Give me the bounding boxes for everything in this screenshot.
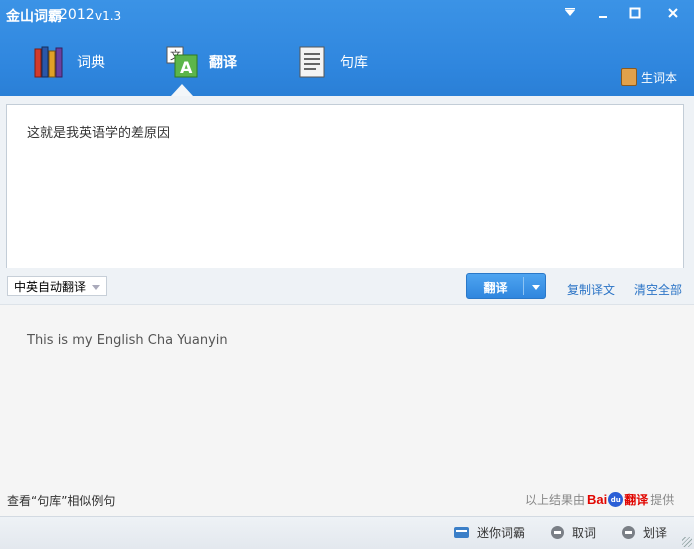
button-divider (523, 277, 524, 295)
paw-icon: du (608, 492, 624, 507)
maximize-icon (629, 7, 641, 19)
credit-suffix: 提供 (650, 493, 675, 507)
baidu-logo-bai: Bai (587, 492, 608, 507)
chevron-down-icon (92, 285, 100, 290)
vocabulary-book-label: 生词本 (641, 70, 678, 85)
mini-window-icon (454, 527, 469, 538)
translate-button[interactable]: 翻译 (466, 273, 546, 299)
credit-prefix: 以上结果由 (525, 493, 586, 507)
view-examples-link[interactable]: 查看“句库”相似例句 (7, 492, 115, 509)
app-year: 2012 (59, 7, 95, 23)
books-icon (33, 45, 67, 79)
title-bar: 金山词霸 2012 v1.3 词典 文 A (0, 0, 694, 96)
maximize-button[interactable] (620, 2, 650, 24)
source-text[interactable]: 这就是我英语学的差原因 (27, 122, 170, 141)
language-mode-select[interactable]: 中英自动翻译 (7, 276, 107, 296)
active-tab-indicator (171, 84, 193, 96)
triangle-down-icon (565, 8, 575, 16)
resize-grip-icon[interactable] (682, 537, 692, 547)
document-icon (296, 45, 330, 79)
notebook-icon (621, 68, 637, 86)
app-version: v1.3 (95, 9, 122, 23)
baidu-logo: Bai du 翻译 (587, 491, 648, 508)
chevron-down-icon[interactable] (532, 285, 540, 290)
close-button[interactable] (658, 2, 688, 24)
svg-text:A: A (180, 58, 193, 77)
word-capture-label: 取词 (572, 526, 597, 540)
clear-all-link[interactable]: 清空全部 (634, 281, 682, 298)
select-translate-button[interactable]: 划译 (622, 524, 667, 541)
translation-credit: 以上结果由 Bai du 翻译 提供 (525, 491, 674, 508)
close-icon (668, 8, 678, 18)
select-translate-label: 划译 (643, 526, 668, 540)
minimize-button[interactable] (588, 2, 618, 24)
translate-button-label: 翻译 (483, 281, 508, 295)
translation-output-area: This is my English Cha Yuanyin 查看“句库”相似例… (0, 304, 694, 517)
minus-circle-icon (551, 526, 564, 539)
app-logo: 金山词霸 (6, 9, 62, 25)
language-mode-value: 中英自动翻译 (14, 279, 87, 294)
minus-circle-icon (622, 526, 635, 539)
minimize-icon (599, 16, 607, 18)
translate-icon: 文 A (165, 45, 199, 79)
word-capture-button[interactable]: 取词 (551, 524, 596, 541)
tab-translate-label: 翻译 (209, 55, 237, 71)
baidu-logo-translate: 翻译 (624, 493, 649, 507)
tab-sentences-label: 句库 (340, 55, 368, 71)
vocabulary-book-button[interactable]: 生词本 (621, 68, 677, 86)
copy-translation-link[interactable]: 复制译文 (567, 281, 615, 298)
menu-dropdown-button[interactable] (555, 2, 585, 24)
source-text-area[interactable]: 这就是我英语学的差原因 (6, 104, 684, 269)
translation-result: This is my English Cha Yuanyin (27, 333, 228, 348)
tab-dictionary[interactable]: 词典 (33, 40, 105, 84)
tab-sentences[interactable]: 句库 (296, 40, 368, 84)
mini-dictionary-button[interactable]: 迷你词霸 (454, 524, 525, 541)
tab-dictionary-label: 词典 (77, 55, 105, 71)
mini-dictionary-label: 迷你词霸 (477, 526, 526, 540)
tab-translate[interactable]: 文 A 翻译 (165, 40, 237, 84)
